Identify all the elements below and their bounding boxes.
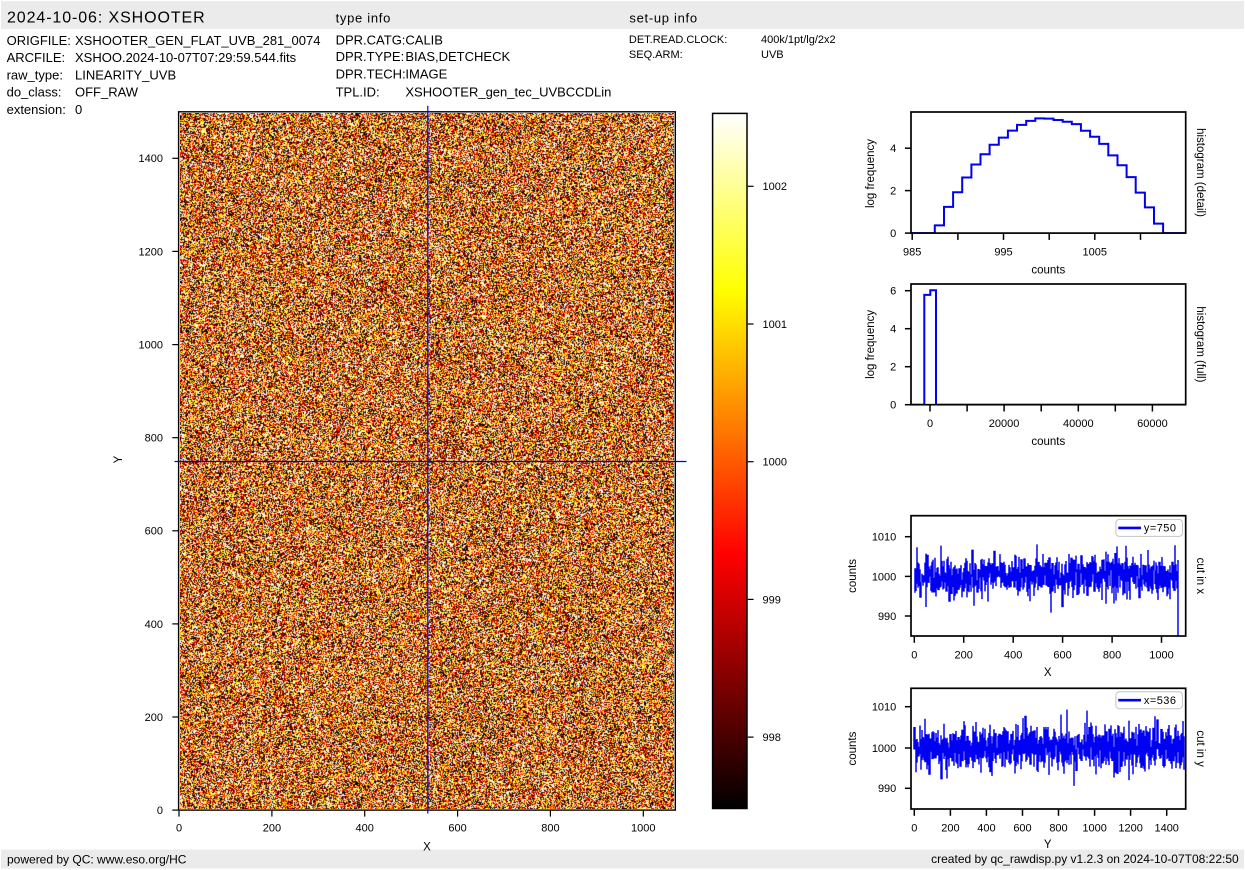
- svg-text:created by qc_rawdisp.py v1.2.: created by qc_rawdisp.py v1.2.3 on 2024-…: [931, 852, 1239, 866]
- svg-text:1000: 1000: [631, 823, 655, 835]
- svg-text:counts: counts: [847, 731, 859, 765]
- svg-text:400: 400: [977, 822, 995, 834]
- svg-text:raw_type:: raw_type:: [7, 67, 63, 82]
- svg-text:40000: 40000: [1063, 418, 1094, 430]
- svg-text:600: 600: [448, 823, 466, 835]
- svg-text:0: 0: [75, 102, 82, 117]
- svg-text:200: 200: [263, 823, 281, 835]
- svg-text:XSHOO.2024-10-07T07:29:59.544.: XSHOO.2024-10-07T07:29:59.544.fits: [75, 50, 297, 65]
- svg-text:4: 4: [890, 143, 896, 155]
- svg-text:800: 800: [145, 433, 163, 445]
- svg-text:LINEARITY_UVB: LINEARITY_UVB: [75, 67, 176, 82]
- svg-text:0: 0: [911, 822, 917, 834]
- svg-text:1000: 1000: [1082, 822, 1106, 834]
- svg-text:1400: 1400: [1154, 822, 1178, 834]
- svg-text:600: 600: [1013, 822, 1031, 834]
- svg-text:0: 0: [890, 400, 896, 412]
- svg-text:999: 999: [763, 594, 781, 606]
- svg-text:200: 200: [941, 822, 959, 834]
- svg-text:1005: 1005: [1083, 247, 1107, 259]
- svg-text:histogram (full): histogram (full): [1194, 306, 1206, 382]
- svg-text:4: 4: [890, 324, 896, 336]
- svg-text:CALIB: CALIB: [405, 32, 443, 47]
- svg-text:400k/1pt/lg/2x2: 400k/1pt/lg/2x2: [761, 34, 836, 46]
- svg-text:cut in y: cut in y: [1194, 730, 1206, 767]
- svg-text:60000: 60000: [1137, 418, 1168, 430]
- svg-text:counts: counts: [847, 559, 859, 593]
- svg-text:600: 600: [1053, 649, 1071, 661]
- svg-text:log frequency: log frequency: [865, 310, 877, 379]
- svg-text:histogram (detail): histogram (detail): [1194, 128, 1206, 217]
- svg-text:985: 985: [903, 247, 921, 259]
- svg-text:do_class:: do_class:: [7, 85, 62, 100]
- svg-text:6: 6: [890, 286, 896, 298]
- svg-text:2: 2: [890, 362, 896, 374]
- svg-text:1200: 1200: [1118, 822, 1142, 834]
- svg-text:800: 800: [1049, 822, 1067, 834]
- svg-text:1400: 1400: [139, 153, 163, 165]
- svg-text:1000: 1000: [872, 743, 896, 755]
- svg-text:Y: Y: [1044, 839, 1052, 851]
- svg-text:0: 0: [890, 228, 896, 240]
- svg-text:990: 990: [878, 611, 896, 623]
- svg-text:0: 0: [157, 805, 163, 817]
- svg-text:400: 400: [356, 823, 374, 835]
- svg-text:0: 0: [176, 823, 182, 835]
- svg-text:1002: 1002: [763, 181, 787, 193]
- svg-text:DPR.TYPE:: DPR.TYPE:: [336, 49, 405, 64]
- svg-text:IMAGE: IMAGE: [405, 67, 447, 82]
- svg-text:200: 200: [955, 649, 973, 661]
- svg-text:Y: Y: [113, 455, 125, 463]
- svg-text:600: 600: [145, 526, 163, 538]
- svg-text:BIAS,DETCHECK: BIAS,DETCHECK: [405, 49, 510, 64]
- svg-text:2024-10-06: XSHOOTER: 2024-10-06: XSHOOTER: [7, 10, 206, 27]
- svg-text:UVB: UVB: [761, 49, 784, 61]
- svg-text:400: 400: [145, 619, 163, 631]
- svg-text:2: 2: [890, 186, 896, 198]
- svg-text:DET.READ.CLOCK:: DET.READ.CLOCK:: [629, 34, 727, 46]
- svg-text:0: 0: [927, 418, 933, 430]
- svg-text:1000: 1000: [139, 340, 163, 352]
- svg-text:SEQ.ARM:: SEQ.ARM:: [629, 49, 683, 61]
- svg-text:DPR.TECH:: DPR.TECH:: [336, 67, 406, 82]
- svg-text:x=536: x=536: [1144, 695, 1177, 707]
- svg-text:1200: 1200: [139, 246, 163, 258]
- svg-text:400: 400: [1004, 649, 1022, 661]
- svg-text:cut in x: cut in x: [1194, 558, 1206, 595]
- svg-text:1000: 1000: [1149, 649, 1173, 661]
- svg-text:1001: 1001: [763, 319, 787, 331]
- svg-text:1000: 1000: [872, 571, 896, 583]
- svg-text:X: X: [1044, 667, 1052, 679]
- svg-text:1010: 1010: [872, 532, 896, 544]
- svg-text:counts: counts: [1031, 436, 1065, 448]
- svg-text:800: 800: [541, 823, 559, 835]
- svg-text:1010: 1010: [872, 702, 896, 714]
- svg-text:counts: counts: [1031, 265, 1065, 277]
- svg-text:DPR.CATG:: DPR.CATG:: [336, 32, 406, 47]
- svg-text:995: 995: [994, 247, 1012, 259]
- svg-text:990: 990: [878, 783, 896, 795]
- svg-text:ORIGFILE:: ORIGFILE:: [7, 33, 71, 48]
- svg-text:extension:: extension:: [7, 102, 66, 117]
- svg-text:OFF_RAW: OFF_RAW: [75, 85, 139, 100]
- svg-text:20000: 20000: [989, 418, 1020, 430]
- svg-text:800: 800: [1103, 649, 1121, 661]
- svg-text:y=750: y=750: [1144, 523, 1177, 535]
- svg-text:998: 998: [763, 732, 781, 744]
- svg-text:200: 200: [145, 712, 163, 724]
- svg-text:set-up info: set-up info: [629, 10, 697, 25]
- svg-text:0: 0: [911, 649, 917, 661]
- svg-text:X: X: [423, 842, 431, 854]
- svg-text:log frequency: log frequency: [865, 139, 877, 208]
- svg-text:XSHOOTER_gen_tec_UVBCCDLin: XSHOOTER_gen_tec_UVBCCDLin: [405, 84, 611, 99]
- svg-text:XSHOOTER_GEN_FLAT_UVB_281_0074: XSHOOTER_GEN_FLAT_UVB_281_0074: [75, 33, 320, 48]
- svg-text:1000: 1000: [763, 457, 787, 469]
- svg-text:TPL.ID:: TPL.ID:: [336, 84, 380, 99]
- svg-text:type info: type info: [336, 10, 391, 25]
- svg-text:powered by QC: www.eso.org/HC: powered by QC: www.eso.org/HC: [7, 853, 187, 867]
- svg-text:ARCFILE:: ARCFILE:: [7, 50, 66, 65]
